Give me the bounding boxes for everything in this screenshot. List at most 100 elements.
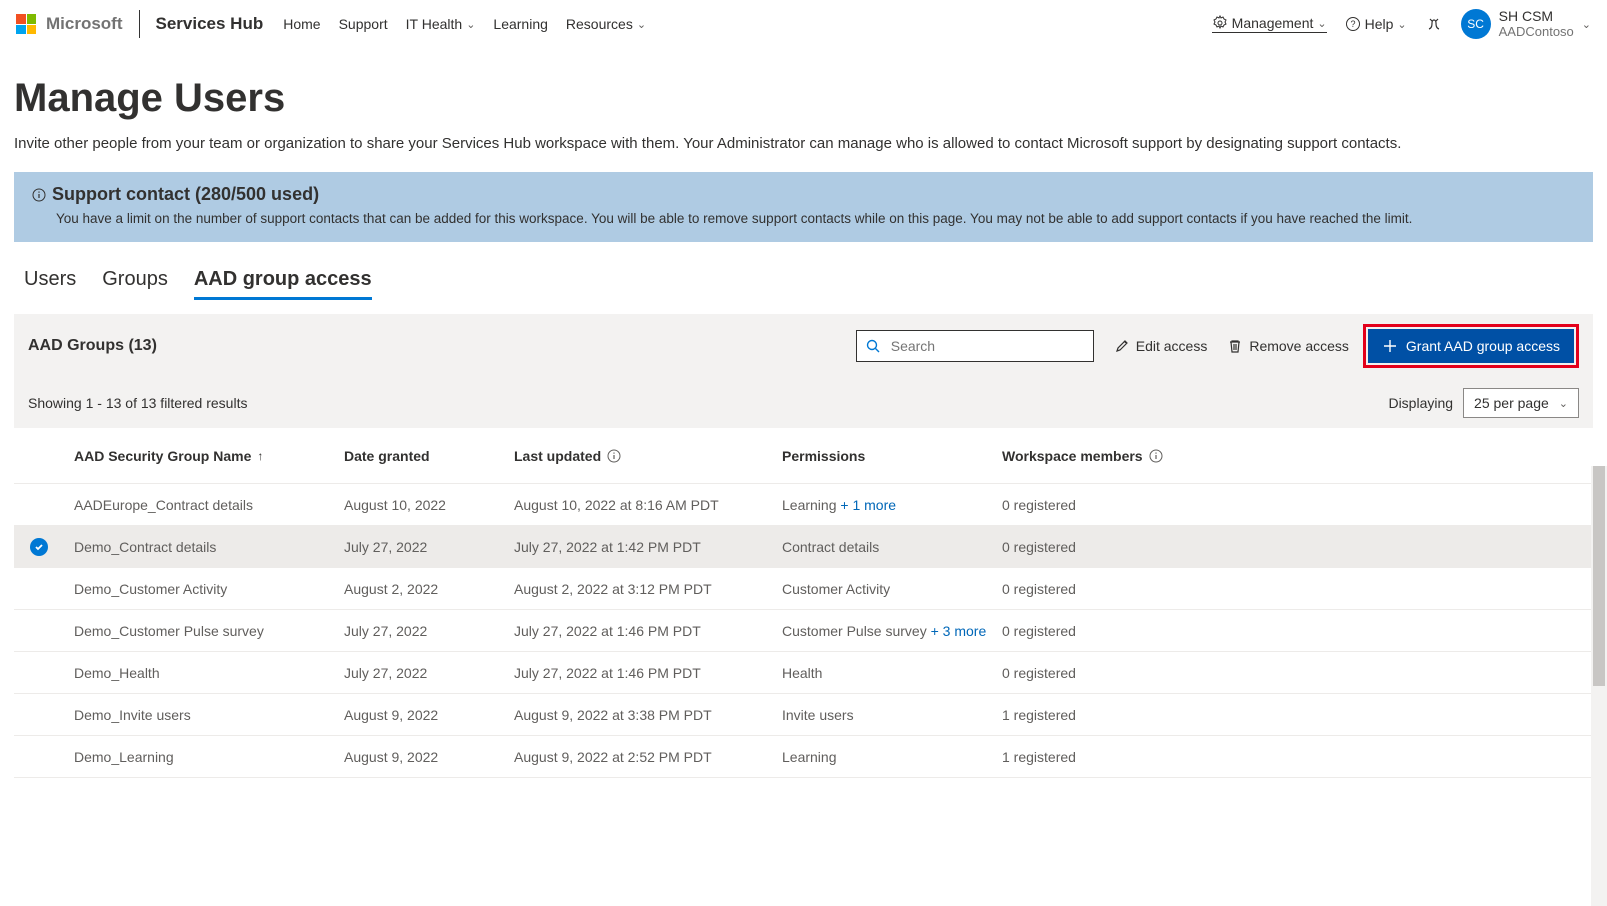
- cell-group-name: Demo_Health: [74, 665, 344, 681]
- col-name[interactable]: AAD Security Group Name ↑: [74, 448, 344, 464]
- remove-access-label: Remove access: [1249, 338, 1349, 354]
- banner-title: Support contact (280/500 used): [32, 184, 1575, 205]
- nav-help-label: Help: [1365, 16, 1394, 32]
- nav-home[interactable]: Home: [283, 16, 320, 32]
- edit-access-label: Edit access: [1136, 338, 1208, 354]
- table-row[interactable]: Demo_LearningAugust 9, 2022August 9, 202…: [14, 736, 1593, 778]
- tab-users[interactable]: Users: [24, 268, 76, 300]
- nav-help[interactable]: ? Help ⌄: [1345, 16, 1407, 32]
- cell-last-updated: August 10, 2022 at 8:16 AM PDT: [514, 497, 782, 513]
- cell-last-updated: July 27, 2022 at 1:46 PM PDT: [514, 623, 782, 639]
- grant-access-label: Grant AAD group access: [1406, 338, 1560, 354]
- microsoft-logo-icon: [16, 14, 36, 34]
- col-name-label: AAD Security Group Name: [74, 448, 251, 464]
- table-row[interactable]: AADEurope_Contract detailsAugust 10, 202…: [14, 484, 1593, 526]
- col-updated[interactable]: Last updated: [514, 448, 782, 464]
- sort-asc-icon: ↑: [257, 449, 263, 463]
- cell-group-name: AADEurope_Contract details: [74, 497, 344, 513]
- table-row[interactable]: Demo_Contract detailsJuly 27, 2022July 2…: [14, 526, 1593, 568]
- microsoft-logo[interactable]: Microsoft: [16, 14, 123, 34]
- cell-members: 0 registered: [1002, 539, 1579, 555]
- cell-group-name: Demo_Contract details: [74, 539, 344, 555]
- displaying-label: Displaying: [1388, 395, 1453, 411]
- table-row[interactable]: Demo_Invite usersAugust 9, 2022August 9,…: [14, 694, 1593, 736]
- col-members-label: Workspace members: [1002, 448, 1143, 464]
- results-bar: Showing 1 - 13 of 13 filtered results Di…: [14, 378, 1593, 428]
- grant-aad-group-access-button[interactable]: Grant AAD group access: [1368, 329, 1574, 363]
- tab-aad-group-access[interactable]: AAD group access: [194, 268, 372, 300]
- info-banner: Support contact (280/500 used) You have …: [14, 172, 1593, 242]
- cell-date-granted: August 9, 2022: [344, 707, 514, 723]
- remove-access-button[interactable]: Remove access: [1227, 338, 1349, 354]
- info-icon: [32, 188, 46, 202]
- user-org: AADContoso: [1499, 25, 1574, 39]
- page-subtitle: Invite other people from your team or or…: [14, 135, 1593, 152]
- search-field[interactable]: [889, 337, 1085, 355]
- nav-it-health[interactable]: IT Health ⌄: [406, 16, 476, 32]
- cell-members: 1 registered: [1002, 749, 1579, 765]
- nav-management-label: Management: [1232, 15, 1314, 31]
- table-row[interactable]: Demo_Customer ActivityAugust 2, 2022Augu…: [14, 568, 1593, 610]
- cell-last-updated: August 9, 2022 at 3:38 PM PDT: [514, 707, 782, 723]
- col-members[interactable]: Workspace members: [1002, 448, 1579, 464]
- table-row[interactable]: Demo_HealthJuly 27, 2022July 27, 2022 at…: [14, 652, 1593, 694]
- aad-groups-table: AAD Security Group Name ↑ Date granted L…: [14, 428, 1593, 778]
- checkmark-icon: [30, 538, 48, 556]
- user-name: SH CSM: [1499, 9, 1574, 24]
- cell-members: 0 registered: [1002, 497, 1579, 513]
- col-date[interactable]: Date granted: [344, 448, 514, 464]
- user-menu[interactable]: SC SH CSM AADContoso ⌄: [1461, 9, 1591, 39]
- tab-strip: Users Groups AAD group access: [14, 268, 1593, 300]
- cell-date-granted: August 2, 2022: [344, 581, 514, 597]
- cell-permissions: Invite users: [782, 707, 1002, 723]
- banner-subtext: You have a limit on the number of suppor…: [56, 211, 1575, 226]
- nav-it-health-label: IT Health: [406, 16, 463, 32]
- trash-icon: [1227, 338, 1243, 354]
- primary-nav: Home Support IT Health ⌄ Learning Resour…: [283, 16, 646, 32]
- nav-resources[interactable]: Resources ⌄: [566, 16, 646, 32]
- svg-text:?: ?: [1350, 19, 1355, 29]
- search-input[interactable]: [856, 330, 1094, 362]
- cell-last-updated: August 9, 2022 at 2:52 PM PDT: [514, 749, 782, 765]
- cell-group-name: Demo_Customer Pulse survey: [74, 623, 344, 639]
- tab-groups[interactable]: Groups: [102, 268, 168, 300]
- toolbar-title: AAD Groups (13): [28, 337, 157, 355]
- chevron-down-icon: ⌄: [1559, 397, 1568, 410]
- cell-date-granted: July 27, 2022: [344, 623, 514, 639]
- chevron-down-icon: ⌄: [1582, 18, 1591, 31]
- info-icon: [1149, 449, 1163, 463]
- banner-title-text: Support contact (280/500 used): [52, 184, 319, 205]
- app-name[interactable]: Services Hub: [156, 14, 264, 34]
- scrollbar-thumb[interactable]: [1593, 466, 1605, 686]
- cell-members: 0 registered: [1002, 623, 1579, 639]
- gear-icon: [1212, 15, 1228, 31]
- chevron-down-icon: ⌄: [637, 18, 646, 31]
- cell-date-granted: July 27, 2022: [344, 539, 514, 555]
- cell-date-granted: August 9, 2022: [344, 749, 514, 765]
- divider: [139, 10, 140, 38]
- nav-support[interactable]: Support: [339, 16, 388, 32]
- scrollbar[interactable]: [1591, 466, 1607, 906]
- cell-permissions: Health: [782, 665, 1002, 681]
- grant-access-highlight: Grant AAD group access: [1363, 324, 1579, 368]
- cell-permissions: Customer Activity: [782, 581, 1002, 597]
- table-row[interactable]: Demo_Customer Pulse surveyJuly 27, 2022J…: [14, 610, 1593, 652]
- help-icon: ?: [1345, 16, 1361, 32]
- page-size-select[interactable]: 25 per page ⌄: [1463, 388, 1579, 418]
- edit-access-button[interactable]: Edit access: [1114, 338, 1208, 354]
- info-icon: [607, 449, 621, 463]
- permissions-more-link[interactable]: + 1 more: [837, 497, 897, 513]
- col-updated-label: Last updated: [514, 448, 601, 464]
- cell-members: 1 registered: [1002, 707, 1579, 723]
- cell-permissions: Learning: [782, 749, 1002, 765]
- cell-group-name: Demo_Learning: [74, 749, 344, 765]
- nav-management[interactable]: Management ⌄: [1212, 15, 1327, 33]
- cell-date-granted: August 10, 2022: [344, 497, 514, 513]
- permissions-more-link[interactable]: + 3 more: [927, 623, 987, 639]
- col-permissions[interactable]: Permissions: [782, 448, 1002, 464]
- nav-learning[interactable]: Learning: [493, 16, 548, 32]
- toolbar: AAD Groups (13) Edit access Remove acces…: [14, 314, 1593, 378]
- user-text: SH CSM AADContoso: [1499, 9, 1574, 39]
- notifications-icon[interactable]: [1425, 15, 1443, 33]
- nav-resources-label: Resources: [566, 16, 633, 32]
